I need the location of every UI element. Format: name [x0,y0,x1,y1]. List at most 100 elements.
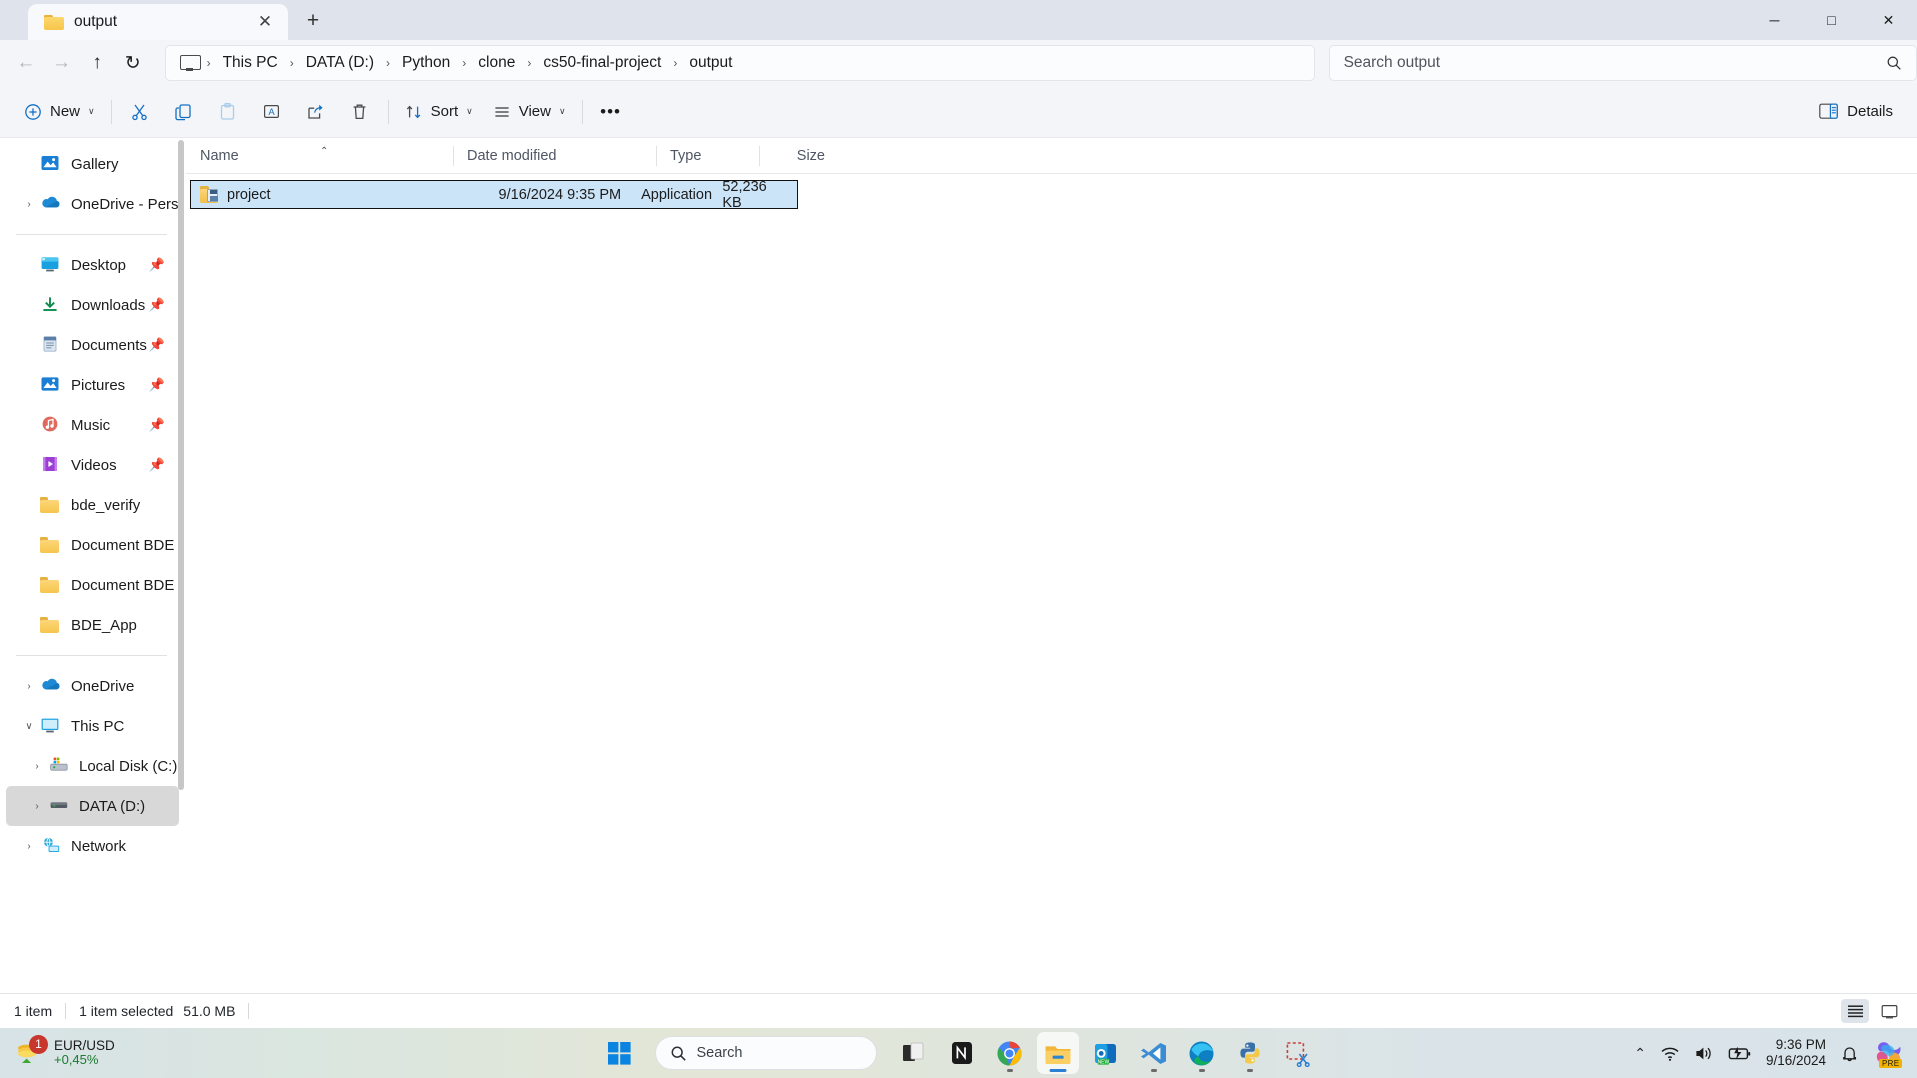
breadcrumb-item-data-d[interactable]: DATA (D:) [296,51,384,75]
sidebar-item-desktop[interactable]: Desktop 📌 [6,245,179,285]
tab-output[interactable]: output ✕ [28,4,288,40]
pin-icon[interactable]: 📌 [149,457,165,473]
close-tab-icon[interactable]: ✕ [252,9,278,35]
visual-studio-icon[interactable] [1133,1032,1175,1074]
sidebar-item-pictures[interactable]: Pictures 📌 [6,365,179,405]
column-header-name[interactable]: Name ⌃ [186,144,453,168]
sidebar-item-onedrive[interactable]: › OneDrive [6,666,179,706]
taskbar-search[interactable]: Search [654,1036,877,1070]
more-options-button[interactable]: ••• [589,94,633,130]
large-icons-view-button[interactable] [1875,999,1903,1023]
breadcrumb-item-output[interactable]: output [679,51,742,75]
taskbar-search-input[interactable]: Search [697,1045,743,1061]
refresh-button[interactable]: ↻ [115,46,151,80]
sidebar-item-music[interactable]: Music 📌 [6,405,179,445]
start-button[interactable] [599,1032,641,1074]
file-list[interactable]: Name ⌃ Date modified Type Size project 9… [186,138,1917,993]
outlook-new-icon[interactable]: NEW [1085,1032,1127,1074]
sidebar-item-document-bde-2[interactable]: Document BDE [6,565,179,605]
view-button-label: View [518,103,551,120]
up-button[interactable]: ↑ [79,46,115,80]
new-tab-button[interactable]: + [296,4,330,38]
maximize-button[interactable]: □ [1803,0,1860,40]
chevron-right-icon[interactable]: › [18,199,40,210]
chevron-down-icon[interactable]: ∨ [466,106,473,117]
chevron-right-icon[interactable]: › [18,841,40,852]
sidebar-item-onedrive-personal[interactable]: › OneDrive - Perso [6,184,179,224]
bell-icon[interactable] [1840,1044,1859,1063]
python-icon[interactable] [1229,1032,1271,1074]
minimize-button[interactable]: ─ [1746,0,1803,40]
chevron-right-icon[interactable]: › [18,681,40,692]
close-window-button[interactable]: ✕ [1860,0,1917,40]
microsoft-edge-icon[interactable] [1181,1032,1223,1074]
sidebar-item-bde-verify[interactable]: bde_verify [6,485,179,525]
breadcrumb-item-cs50-final-project[interactable]: cs50-final-project [533,51,671,75]
this-pc-icon[interactable] [179,55,201,71]
chevron-down-icon[interactable]: ∨ [88,106,95,117]
search-box[interactable]: Search output [1328,45,1917,81]
search-input[interactable]: Search output [1344,54,1886,72]
breadcrumb-item-python[interactable]: Python [392,51,460,75]
volume-icon[interactable] [1694,1045,1714,1062]
column-header-size[interactable]: Size [759,144,839,168]
forward-button[interactable]: → [44,46,80,80]
sidebar-item-downloads[interactable]: Downloads 📌 [6,285,179,325]
navigation-pane[interactable]: Gallery › OneDrive - Perso Desktop 📌 Dow… [0,138,185,993]
plus-circle-icon [24,103,42,121]
file-name-cell[interactable]: project [191,186,438,203]
details-view-button[interactable] [1841,999,1869,1023]
snipping-tool-icon[interactable] [1277,1032,1319,1074]
pin-icon[interactable]: 📌 [149,337,165,353]
pin-icon[interactable]: 📌 [149,417,165,433]
chevron-down-icon[interactable]: ∨ [18,721,40,732]
breadcrumb-item-this-pc[interactable]: This PC [213,51,288,75]
chevron-down-icon[interactable]: ∨ [559,106,566,117]
paste-button[interactable] [206,94,250,130]
view-button[interactable]: View ∨ [483,94,576,130]
column-header-type[interactable]: Type [656,144,759,168]
sidebar-item-videos[interactable]: Videos 📌 [6,445,179,485]
rename-button[interactable]: A [250,94,294,130]
sidebar-scrollbar[interactable] [178,138,184,993]
google-chrome-icon[interactable] [989,1032,1031,1074]
delete-button[interactable] [338,94,382,130]
sidebar-item-documents[interactable]: Documents 📌 [6,325,179,365]
copy-button[interactable] [162,94,206,130]
wifi-icon[interactable] [1660,1045,1680,1062]
sort-button[interactable]: Sort ∨ [395,94,483,130]
battery-charging-icon[interactable] [1728,1045,1752,1062]
taskbar-widget[interactable]: 1 EUR/USD +0,45% [14,1034,115,1068]
breadcrumb[interactable]: › This PC › DATA (D:) › Python › clone ›… [164,45,1315,81]
show-hidden-icons-button[interactable]: ⌃ [1634,1045,1646,1062]
downloads-icon [40,295,62,315]
sidebar-scrollbar-thumb[interactable] [178,140,184,790]
search-icon[interactable] [1886,55,1902,71]
task-view-icon[interactable] [893,1032,935,1074]
music-icon [40,415,62,435]
pin-icon[interactable]: 📌 [149,257,165,273]
sidebar-item-document-bde-1[interactable]: Document BDE [6,525,179,565]
sidebar-item-gallery[interactable]: Gallery [6,144,179,184]
clock[interactable]: 9:36 PM 9/16/2024 [1766,1037,1826,1069]
copilot-icon[interactable]: PRE [1873,1038,1905,1068]
column-header-date-modified[interactable]: Date modified [453,144,656,168]
pin-icon[interactable]: 📌 [149,377,165,393]
sidebar-item-data-d[interactable]: › DATA (D:) [6,786,179,826]
breadcrumb-item-clone[interactable]: clone [468,51,525,75]
table-row[interactable]: project 9/16/2024 9:35 PM Application 52… [190,179,798,211]
share-button[interactable] [294,94,338,130]
details-pane-button[interactable]: Details [1809,94,1903,130]
sidebar-item-this-pc[interactable]: ∨ This PC [6,706,179,746]
chevron-right-icon[interactable]: › [26,761,48,772]
sidebar-item-local-disk-c[interactable]: › Local Disk (C:) [6,746,179,786]
file-explorer-icon[interactable] [1036,1032,1079,1074]
cut-button[interactable] [118,94,162,130]
back-button[interactable]: ← [8,46,44,80]
pin-icon[interactable]: 📌 [149,297,165,313]
new-button[interactable]: New ∨ [14,94,105,130]
sidebar-item-bde-app[interactable]: BDE_App [6,605,179,645]
chevron-right-icon[interactable]: › [26,801,48,812]
sidebar-item-network[interactable]: › Network [6,826,179,866]
notion-icon[interactable] [941,1032,983,1074]
